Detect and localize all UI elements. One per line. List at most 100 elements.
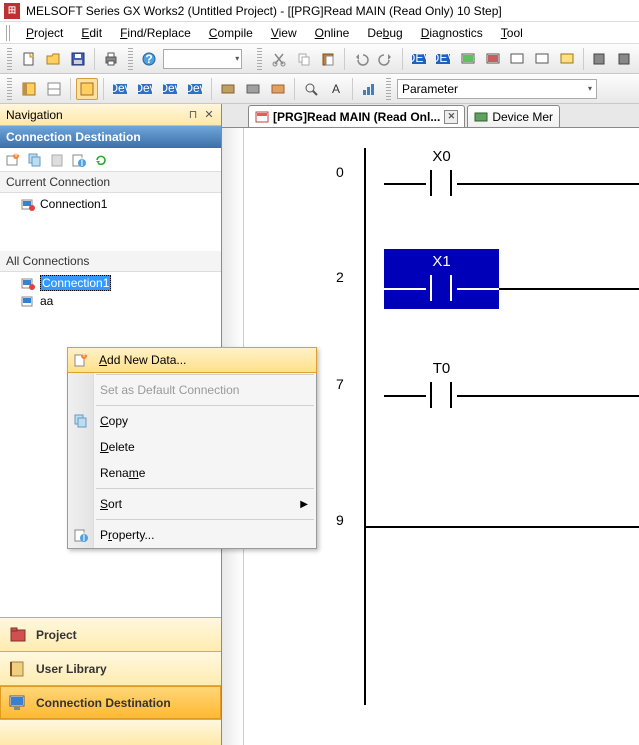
nav-toggle-button[interactable] [18,78,40,100]
monitor-button-2[interactable] [482,48,504,70]
tab-prg-main[interactable]: [PRG]Read MAIN (Read Onl... ✕ [248,105,465,127]
section-connection-destination: Connection Destination [0,126,221,148]
tab-device-memory[interactable]: Device Mer [467,105,560,127]
dev-btn-b[interactable]: Dev [134,78,156,100]
refresh-icon[interactable] [92,151,110,169]
cut-button[interactable] [268,48,290,70]
misc-btn-2[interactable] [242,78,264,100]
current-connection-tree: Connection1 [0,193,221,221]
svg-text:i: i [83,530,86,543]
nav-button-project[interactable]: Project [0,617,221,651]
menu-item-delete[interactable]: Delete [68,434,316,460]
dev-btn-d[interactable]: Dev [184,78,206,100]
menu-item-set-default-connection: Set as Default Connection [68,377,316,403]
nav-mini-toolbar: + i [0,148,221,172]
property-icon: i [72,526,90,544]
menu-online[interactable]: Online [307,24,358,42]
close-icon[interactable]: ✕ [203,109,215,121]
a-btn[interactable]: A [325,78,347,100]
toolbar-grip [7,78,12,100]
paste-connection-icon[interactable] [48,151,66,169]
device-label: X1 [384,253,499,270]
monitor-button-1[interactable] [457,48,479,70]
connection-icon [20,275,36,291]
tree-item-aa[interactable]: aa [0,292,221,310]
connection-icon [20,293,36,309]
menu-find-replace[interactable]: Find/Replace [112,24,199,42]
tab-close-icon[interactable]: ✕ [444,110,458,124]
nav-button-connection-destination[interactable]: Connection Destination [0,685,221,719]
plc-button-2[interactable] [613,48,635,70]
parameter-combo[interactable]: Parameter ▾ [397,79,597,99]
copy-connection-icon[interactable] [26,151,44,169]
nav-button-label: User Library [36,662,107,676]
menu-item-sort[interactable]: Sort ▶ [68,491,316,517]
pin-icon[interactable]: ⊓ [187,109,199,121]
copy-button[interactable] [293,48,315,70]
contact-t0[interactable]: T0 [384,356,499,416]
device-icon [474,110,488,124]
menu-item-rename[interactable]: Rename [68,460,316,486]
zoom-btn[interactable] [300,78,322,100]
copy-icon [72,412,90,430]
monitor-button-4[interactable] [531,48,553,70]
svg-text:DEV: DEV [435,51,451,65]
svg-text:?: ? [146,52,153,66]
layout-button-2[interactable] [76,78,98,100]
menu-edit[interactable]: Edit [73,24,110,42]
tree-label: Connection1 [40,197,107,211]
menu-debug[interactable]: Debug [359,24,410,42]
undo-button[interactable] [350,48,372,70]
help-button[interactable]: ? [139,48,161,70]
misc-btn-3[interactable] [267,78,289,100]
dev-button-1[interactable]: DEV [408,48,430,70]
contact-x1-selected[interactable]: X1 [384,249,499,309]
svg-text:Dev: Dev [162,81,178,95]
new-connection-icon[interactable]: + [4,151,22,169]
dev-btn-c[interactable]: Dev [159,78,181,100]
toolbar-grip [128,48,133,70]
tree-item-connection1-current[interactable]: Connection1 [0,195,221,213]
dev-button-2[interactable]: DEV [432,48,454,70]
svg-text:+: + [80,352,87,361]
tree-label: Connection1 [40,275,111,291]
menu-tool[interactable]: Tool [493,24,531,42]
tree-item-connection1[interactable]: Connection1 [0,274,221,292]
menu-project[interactable]: Project [18,24,71,42]
ladder-rung-2[interactable]: 2 X1 [244,243,639,307]
monitor-button-3[interactable] [506,48,528,70]
menu-item-add-new-data[interactable]: + Add New Data... [67,347,317,373]
menu-item-copy[interactable]: Copy [68,408,316,434]
step-number: 7 [336,376,344,392]
device-label: X0 [384,148,499,165]
step-number: 9 [336,512,344,528]
save-button[interactable] [67,48,89,70]
redo-button[interactable] [375,48,397,70]
help-search-combo[interactable]: ▾ [163,49,242,69]
project-icon [8,625,28,645]
menu-item-property[interactable]: i Property... [68,522,316,548]
misc-btn-1[interactable] [217,78,239,100]
dev-btn-a[interactable]: Dev [109,78,131,100]
svg-text:Dev: Dev [112,81,128,95]
toolbar-grip [386,78,391,100]
svg-text:i: i [81,155,84,168]
tab-label: [PRG]Read MAIN (Read Onl... [273,110,440,124]
navigation-title: Navigation [6,108,63,122]
open-button[interactable] [43,48,65,70]
property-icon[interactable]: i [70,151,88,169]
layout-button-1[interactable] [43,78,65,100]
nav-button-user-library[interactable]: User Library [0,651,221,685]
contact-x0[interactable]: X0 [384,144,499,204]
ladder-rung-0[interactable]: 0 X0 [244,138,639,202]
print-button[interactable] [100,48,122,70]
new-button[interactable] [18,48,40,70]
monitor-button-5[interactable] [556,48,578,70]
chart-btn[interactable] [358,78,380,100]
tree-label: aa [40,294,53,308]
plc-button-1[interactable] [589,48,611,70]
menu-view[interactable]: View [263,24,305,42]
menu-diagnostics[interactable]: Diagnostics [413,24,491,42]
menu-compile[interactable]: Compile [201,24,261,42]
paste-button[interactable] [318,48,340,70]
